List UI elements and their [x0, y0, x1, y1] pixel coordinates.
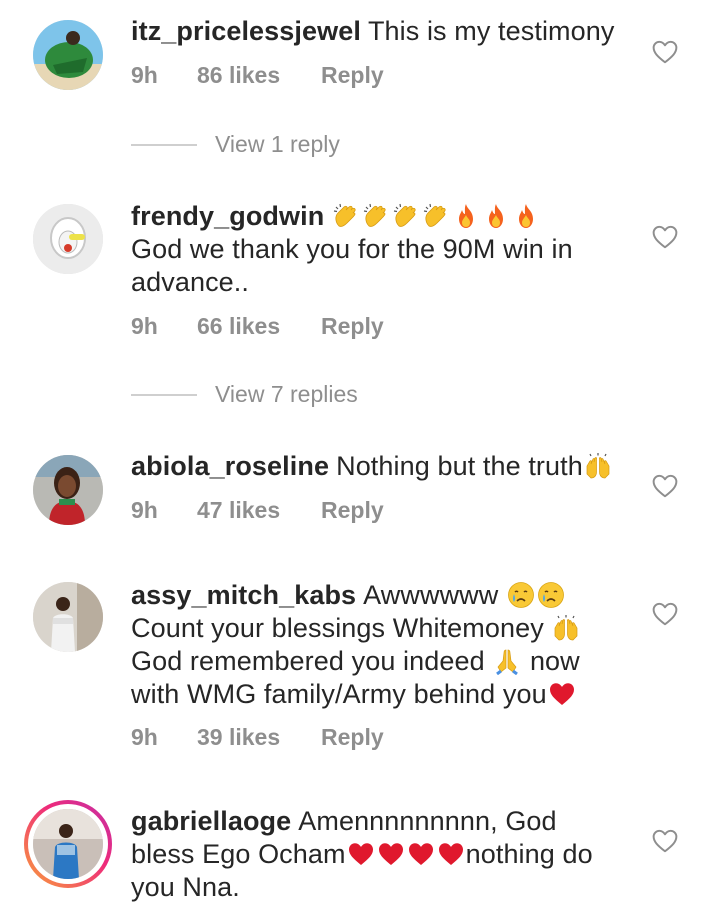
avatar[interactable] [33, 455, 103, 525]
comment-item: gabriellaoge Amennnnnnnnn, God bless Ego … [0, 790, 720, 902]
reply-button[interactable]: Reply [321, 62, 384, 89]
raising-hands-emoji [584, 452, 612, 480]
avatar[interactable] [33, 582, 103, 652]
view-replies-button[interactable]: View 7 replies [131, 381, 358, 408]
likes-count[interactable]: 86 likes [197, 62, 321, 89]
clapping-hands-emoji [392, 202, 420, 230]
comment-meta: 9h 86 likes Reply [131, 62, 384, 89]
comment-item: itz_pricelessjewel This is my testimony 9… [0, 0, 720, 170]
comment-text: abiola_roseline Nothing but the truth [131, 450, 625, 483]
view-replies-button[interactable]: View 1 reply [131, 131, 340, 158]
avatar[interactable] [33, 20, 103, 90]
username[interactable]: gabriellaoge [131, 806, 291, 836]
heart-outline-icon[interactable] [652, 40, 678, 64]
likes-count[interactable]: 66 likes [197, 313, 321, 340]
fire-emoji [482, 202, 510, 230]
comment-time: 9h [131, 313, 158, 339]
fire-emoji [512, 202, 540, 230]
comment-item: frendy_godwin God we thank you for the 9… [0, 170, 720, 430]
heart-outline-icon[interactable] [652, 225, 678, 249]
username[interactable]: frendy_godwin [131, 201, 324, 231]
story-ring-inner [28, 804, 108, 884]
clapping-hands-emoji [332, 202, 360, 230]
heart-outline-icon[interactable] [652, 474, 678, 498]
reply-button[interactable]: Reply [321, 313, 384, 340]
red-heart-emoji [548, 680, 576, 708]
comment-meta: 9h 66 likes Reply [131, 313, 384, 340]
comment-time: 9h [131, 724, 158, 750]
view-replies-label: View 7 replies [215, 381, 358, 407]
comment-text: gabriellaoge Amennnnnnnnn, God bless Ego … [131, 805, 625, 904]
comment-item: assy_mitch_kabs Awwwwww Count your blessi… [0, 570, 720, 770]
crying-face-emoji [507, 581, 535, 609]
avatar[interactable] [33, 809, 103, 879]
comment-body: This is my testimony [367, 16, 615, 46]
username[interactable]: itz_pricelessjewel [131, 16, 361, 46]
comment-body: Awwwwww [363, 580, 499, 610]
red-heart-emoji [347, 840, 375, 868]
divider [131, 393, 197, 396]
fire-emoji [452, 202, 480, 230]
avatar[interactable] [33, 204, 103, 274]
red-heart-emoji [437, 840, 465, 868]
red-heart-emoji [407, 840, 435, 868]
username[interactable]: assy_mitch_kabs [131, 580, 356, 610]
comment-body: Count your blessings Whitemoney [131, 613, 544, 643]
reply-button[interactable]: Reply [321, 724, 384, 751]
comment-body: God remembered you indeed [131, 646, 485, 676]
likes-count[interactable]: 47 likes [197, 497, 321, 524]
raising-hands-emoji [552, 614, 580, 642]
comment-body: Nothing but the truth [336, 451, 583, 481]
comment-time: 9h [131, 497, 158, 523]
view-replies-label: View 1 reply [215, 131, 340, 157]
comment-text: frendy_godwin God we thank you for the 9… [131, 200, 625, 299]
reply-button[interactable]: Reply [321, 497, 384, 524]
heart-outline-icon[interactable] [652, 829, 678, 853]
clapping-hands-emoji [362, 202, 390, 230]
comment-body: God we thank you for the 90M win in adva… [131, 234, 573, 297]
red-heart-emoji [377, 840, 405, 868]
crying-face-emoji [537, 581, 565, 609]
story-ring[interactable] [24, 800, 112, 888]
heart-outline-icon[interactable] [652, 602, 678, 626]
username[interactable]: abiola_roseline [131, 451, 329, 481]
comment-meta: 9h 39 likes Reply [131, 724, 384, 751]
comment-meta: 9h 47 likes Reply [131, 497, 384, 524]
likes-count[interactable]: 39 likes [197, 724, 321, 751]
comment-time: 9h [131, 62, 158, 88]
clapping-hands-emoji [422, 202, 450, 230]
divider [131, 143, 197, 146]
folded-hands-emoji [493, 647, 521, 675]
comment-text: assy_mitch_kabs Awwwwww Count your blessi… [131, 579, 625, 711]
comment-text: itz_pricelessjewel This is my testimony [131, 15, 625, 48]
comment-item: abiola_roseline Nothing but the truth 9h … [0, 440, 720, 560]
